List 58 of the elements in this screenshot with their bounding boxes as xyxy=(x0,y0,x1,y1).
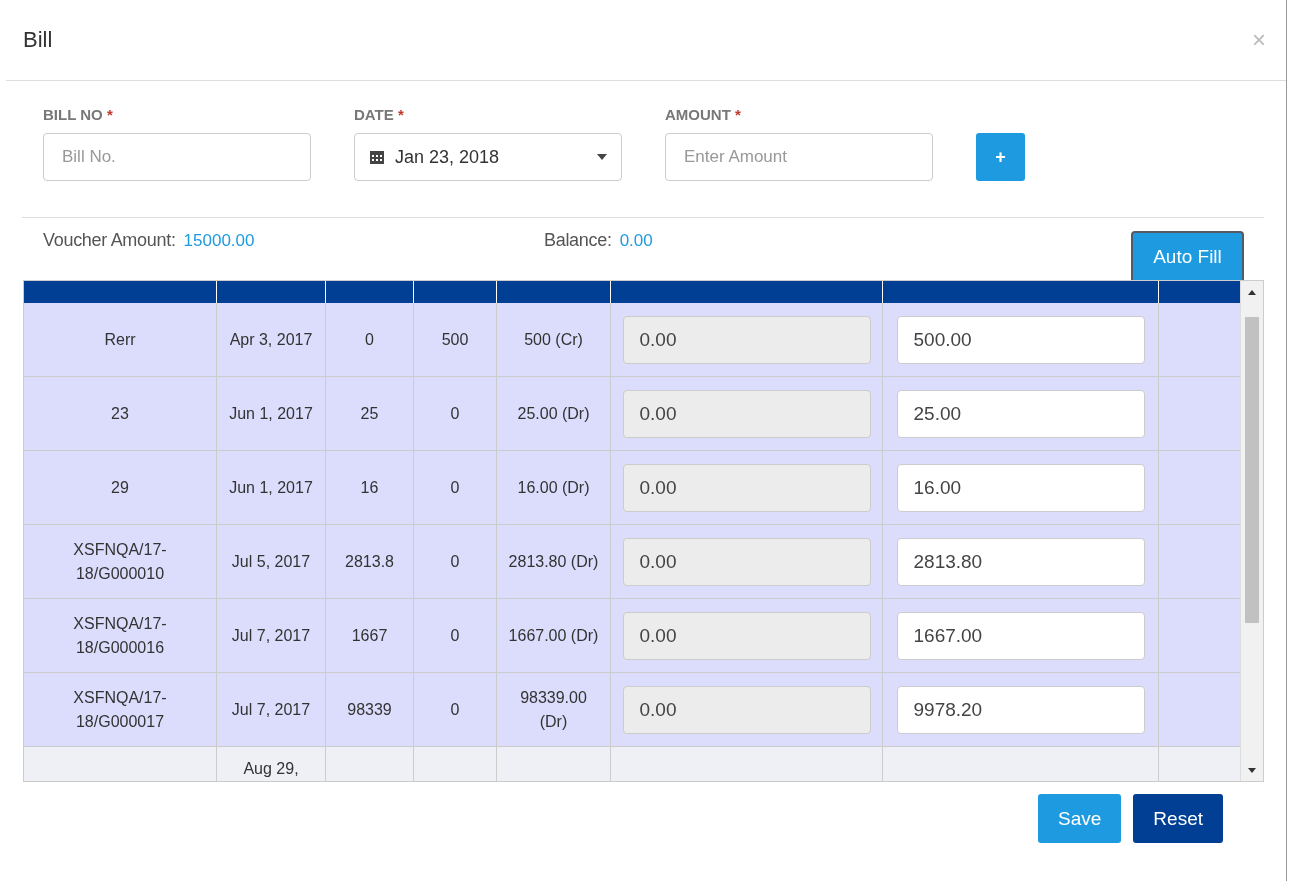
table-cell-text: 29 xyxy=(111,477,129,498)
date-dropdown[interactable]: Jan 23, 2018 xyxy=(354,133,622,181)
balance-label: Balance: xyxy=(544,230,612,251)
table-cell-text: 25 xyxy=(360,403,379,424)
table-cell-text: 500 xyxy=(441,329,469,350)
required-mark: * xyxy=(106,106,113,123)
credit-field[interactable]: 9978.20 xyxy=(896,685,1145,734)
table-cell-text: 98339 xyxy=(347,699,392,720)
voucher-amount-label: Voucher Amount: xyxy=(43,230,176,251)
scroll-up-icon[interactable] xyxy=(1248,289,1256,295)
table-cell-text: Jun 1, 2017 xyxy=(229,403,313,424)
table-cell-text: Aug 29, xyxy=(243,759,299,779)
table-cell-text: 0 xyxy=(450,625,460,646)
required-mark: * xyxy=(397,106,404,123)
table-cell-text: Rerr xyxy=(104,329,136,350)
table-cell-text: XSFNQA/17-18/G000017 xyxy=(72,687,168,732)
table-cell-text: 0 xyxy=(450,403,460,424)
table-cell-text: 16 xyxy=(360,477,379,498)
input-field[interactable]: Enter Amount xyxy=(665,133,933,181)
table-cell-text: 2813.80 (Dr) xyxy=(508,551,599,572)
table-cell-text: XSFNQA/17-18/G000016 xyxy=(72,613,168,658)
table-cell-text: 23 xyxy=(111,403,129,424)
credit-field[interactable]: 16.00 xyxy=(896,463,1145,512)
table-cell-text: 0 xyxy=(450,551,460,572)
scrollbar[interactable] xyxy=(1240,281,1263,781)
table-cell-text: 500 (Cr) xyxy=(524,329,583,350)
table-cell-text: 0 xyxy=(450,699,460,720)
calendar-icon xyxy=(369,149,385,165)
field-label: AMOUNT xyxy=(665,106,731,123)
table-cell-text: 16.00 (Dr) xyxy=(517,477,590,498)
dialog-title: Bill xyxy=(23,27,53,53)
table-cell-text: 0 xyxy=(365,329,374,350)
credit-field[interactable]: 25.00 xyxy=(896,389,1145,438)
table-cell-text: Apr 3, 2017 xyxy=(229,329,313,350)
table-cell-text: 1667 xyxy=(351,625,388,646)
table-cell-text: 1667.00 (Dr) xyxy=(508,625,599,646)
table-cell-text: Jul 7, 2017 xyxy=(231,625,311,646)
table-cell-text: Jul 7, 2017 xyxy=(231,699,311,720)
table-cell-text: 0 xyxy=(450,477,460,498)
credit-field[interactable]: 500.00 xyxy=(896,315,1145,364)
table-cell-text: 25.00 (Dr) xyxy=(517,403,590,424)
table-cell-text: Jun 1, 2017 xyxy=(229,477,313,498)
input-field[interactable]: Bill No. xyxy=(43,133,311,181)
voucher-amount-value: 15000.00 xyxy=(183,231,255,251)
field-label: BILL NO xyxy=(43,106,103,123)
scroll-down-icon[interactable] xyxy=(1248,767,1256,773)
balance-value: 0.00 xyxy=(619,231,653,251)
table-cell-text: 98339.00 (Dr) xyxy=(519,687,588,732)
table-cell-text: XSFNQA/17-18/G000010 xyxy=(72,539,168,584)
table-row[interactable]: Aug 29, xyxy=(24,747,1240,781)
table-cell-text: Jul 5, 2017 xyxy=(231,551,311,572)
reset-button[interactable]: Reset xyxy=(1133,794,1223,843)
caret-icon xyxy=(597,154,607,160)
credit-field[interactable]: 2813.80 xyxy=(896,537,1145,586)
table-cell-text: 2813.8 xyxy=(345,551,394,572)
required-mark: * xyxy=(735,106,741,123)
field-label: DATE xyxy=(354,106,394,123)
credit-field[interactable]: 1667.00 xyxy=(896,611,1145,660)
